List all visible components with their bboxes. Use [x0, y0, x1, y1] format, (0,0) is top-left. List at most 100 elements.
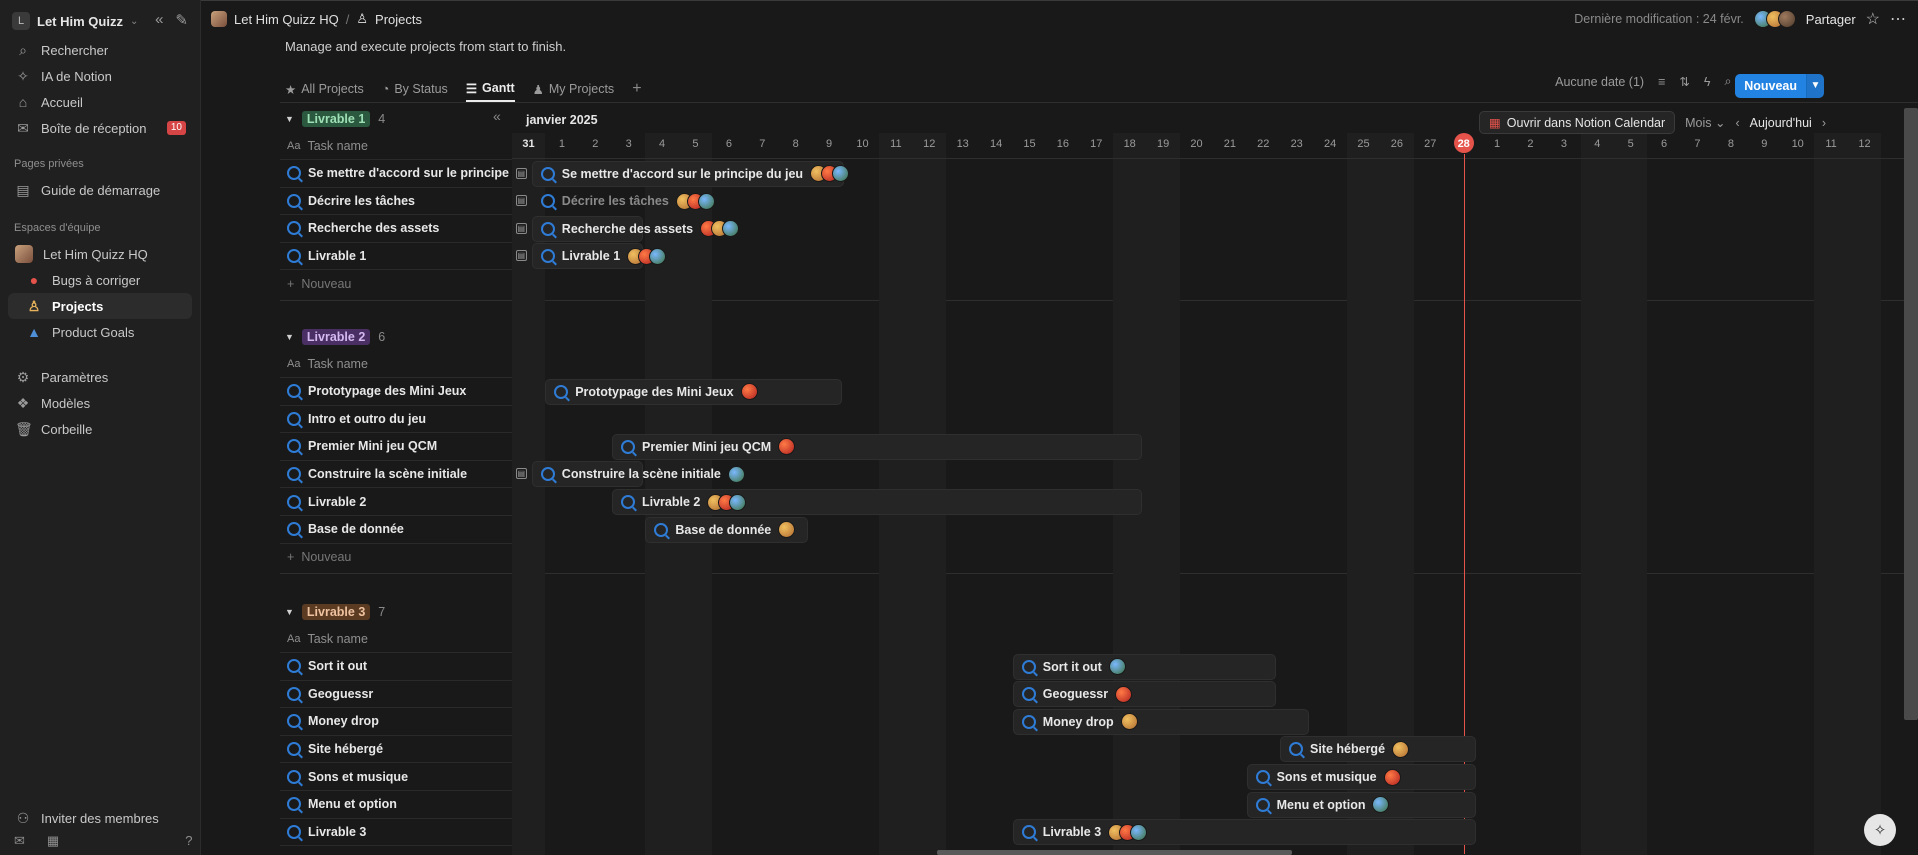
drag-handle-icon[interactable]: ▤ — [515, 222, 527, 234]
scale-select[interactable]: Mois ⌄ — [1685, 115, 1725, 130]
group-header[interactable]: ▼ Livrable 2 6 — [285, 325, 385, 349]
new-row-button[interactable]: + Nouveau — [280, 270, 512, 298]
day-label: 26 — [1390, 138, 1403, 150]
gantt-bar[interactable]: Construire la scène initiale — [531, 461, 745, 488]
team-space[interactable]: Let Him Quizz HQ — [8, 241, 192, 267]
sort-icon[interactable]: ⇅ — [1679, 74, 1689, 89]
task-name: Menu et option — [308, 797, 397, 812]
filter-icon[interactable]: ≡ — [1658, 75, 1665, 89]
sidebar-item-bugs-corriger[interactable]: ● Bugs à corriger — [8, 267, 192, 293]
table-row[interactable]: Décrire les tâches — [280, 187, 512, 216]
search-icon[interactable]: ⌕ — [1724, 74, 1731, 89]
tab-all-projects[interactable]: ★ All Projects — [285, 76, 364, 102]
table-row[interactable]: Prototypage des Mini Jeux — [280, 378, 512, 406]
next-icon[interactable]: › — [1822, 116, 1826, 130]
table-row[interactable]: Site hébergé — [280, 735, 512, 764]
table-row[interactable]: Recherche des assets — [280, 215, 512, 243]
gantt-bar[interactable]: Site hébergé — [1280, 736, 1477, 763]
assignee-avatars — [707, 493, 747, 511]
table-row[interactable]: Geoguessr — [280, 680, 512, 709]
workspace-switcher[interactable]: L Let Him Quizz ⌄ — [12, 10, 138, 32]
group-header[interactable]: ▼ Livrable 3 7 — [285, 600, 385, 624]
gantt-bar[interactable]: Sort it out — [1012, 653, 1276, 680]
table-row[interactable]: Se mettre d'accord sur le principe du je… — [280, 160, 512, 188]
table-row[interactable]: Sort it out — [280, 653, 512, 681]
new-button-label[interactable]: Nouveau — [1735, 74, 1806, 98]
sidebar-item-projects[interactable]: ♙ Projects — [8, 293, 192, 319]
sidebar-item-param-tres[interactable]: ⚙ Paramètres — [8, 364, 192, 390]
gantt-bar[interactable]: Décrire les tâches — [532, 188, 715, 214]
tab-gantt[interactable]: ☰ Gantt — [465, 76, 515, 102]
star-icon[interactable]: ☆ — [1866, 9, 1880, 29]
today-button[interactable]: Aujourd'hui — [1750, 116, 1812, 130]
gantt-bar[interactable]: Recherche des assets — [531, 215, 740, 242]
column-header-task-name[interactable]: Aa Task name — [280, 625, 512, 653]
new-row-button[interactable]: + Nouveau — [280, 543, 512, 571]
gantt-bar[interactable]: Geoguessr — [1012, 681, 1276, 708]
breadcrumb-page[interactable]: Projects — [375, 12, 422, 27]
tab-by-status[interactable]: ◔ By Status — [382, 76, 448, 102]
column-header-task-name[interactable]: Aa Task name — [280, 132, 512, 160]
collapse-sidebar-icon[interactable]: « — [155, 11, 163, 29]
open-calendar-button[interactable]: ▦ Ouvrir dans Notion Calendar — [1478, 111, 1676, 134]
automation-icon[interactable]: ϟ — [1704, 75, 1711, 89]
drag-handle-icon[interactable]: ▤ — [515, 468, 527, 480]
gantt-bar[interactable]: Prototypage des Mini Jeux — [545, 378, 842, 405]
tab-my-projects[interactable]: ♟ My Projects — [533, 76, 615, 102]
vertical-scrollbar[interactable] — [1904, 108, 1918, 720]
drag-handle-icon[interactable]: ▤ — [515, 167, 527, 179]
table-row[interactable]: Livrable 3 — [280, 818, 512, 847]
toggle-triangle-icon[interactable]: ▼ — [285, 332, 294, 342]
collapse-table-icon[interactable]: « — [493, 108, 501, 124]
gantt-bar[interactable]: Se mettre d'accord sur le principe du je… — [531, 160, 850, 187]
new-button[interactable]: Nouveau ▼ — [1735, 74, 1824, 98]
sidebar-item-mod-les[interactable]: ❖ Modèles — [8, 390, 192, 416]
notion-ai-button[interactable]: ✧ — [1864, 814, 1896, 846]
table-row[interactable]: Livrable 1 — [280, 242, 512, 271]
column-header-task-name[interactable]: Aa Task name — [280, 350, 512, 378]
gantt-bar[interactable]: Menu et option — [1246, 791, 1477, 818]
share-button[interactable]: Partager — [1806, 12, 1856, 27]
sidebar-item-corbeille[interactable]: 🗑 Corbeille — [8, 416, 192, 442]
mail-icon[interactable]: ✉ — [14, 833, 25, 855]
sidebar-item-guide-de-d-marrage[interactable]: ▤ Guide de démarrage — [8, 177, 192, 203]
more-icon[interactable]: ⋯ — [1890, 9, 1906, 29]
sidebar-item-bo-te-de-r-ception[interactable]: ✉ Boîte de réception 10 — [8, 115, 192, 141]
sidebar-item-ia-de-notion[interactable]: ✧ IA de Notion — [8, 63, 192, 89]
chevron-down-icon[interactable]: ▼ — [1806, 74, 1824, 98]
group-header[interactable]: ▼ Livrable 1 4 — [285, 107, 385, 131]
help-icon[interactable]: ? — [185, 833, 192, 855]
gantt-bar[interactable]: Livrable 1 — [531, 243, 667, 270]
invite-members[interactable]: ⚇ Inviter des membres — [8, 805, 192, 831]
new-page-icon[interactable]: ✎ — [175, 11, 188, 29]
table-row[interactable]: Base de donnée — [280, 516, 512, 544]
gantt-bar[interactable]: Money drop — [1012, 708, 1310, 735]
horizontal-scrollbar[interactable] — [937, 850, 1292, 855]
gantt-bar[interactable]: Premier Mini jeu QCM — [612, 433, 1143, 460]
no-date-button[interactable]: Aucune date (1) — [1555, 75, 1644, 89]
sidebar-item-accueil[interactable]: ⌂ Accueil — [8, 89, 192, 115]
gantt-bar[interactable]: Livrable 3 — [1012, 819, 1477, 846]
drag-handle-icon[interactable]: ▤ — [515, 195, 527, 207]
add-view-icon[interactable]: + — [632, 80, 641, 98]
gantt-bar[interactable]: Sons et musique — [1246, 764, 1477, 790]
table-row[interactable]: Intro et outro du jeu — [280, 405, 512, 434]
sidebar-item-rechercher[interactable]: ⌕ Rechercher — [8, 37, 192, 63]
table-row[interactable]: Menu et option — [280, 791, 512, 819]
table-row[interactable]: Premier Mini jeu QCM — [280, 433, 512, 461]
trash-icon: 🗑 — [15, 420, 33, 437]
drag-handle-icon[interactable]: ▤ — [515, 250, 527, 262]
table-row[interactable]: Construire la scène initiale — [280, 460, 512, 489]
toggle-triangle-icon[interactable]: ▼ — [285, 607, 294, 617]
calendar-icon[interactable]: ▦ — [47, 833, 59, 855]
gantt-bar[interactable]: Livrable 2 — [612, 489, 1143, 515]
table-row[interactable]: Sons et musique — [280, 763, 512, 791]
collaborator-avatars[interactable] — [1753, 10, 1796, 28]
gantt-bar[interactable]: Base de donnée — [645, 516, 809, 543]
prev-icon[interactable]: ‹ — [1736, 116, 1740, 130]
toggle-triangle-icon[interactable]: ▼ — [285, 114, 294, 124]
table-row[interactable]: Money drop — [280, 708, 512, 736]
breadcrumb-workspace[interactable]: Let Him Quizz HQ — [234, 12, 339, 27]
table-row[interactable]: Livrable 2 — [280, 488, 512, 516]
sidebar-item-product-goals[interactable]: ▲ Product Goals — [8, 319, 192, 345]
